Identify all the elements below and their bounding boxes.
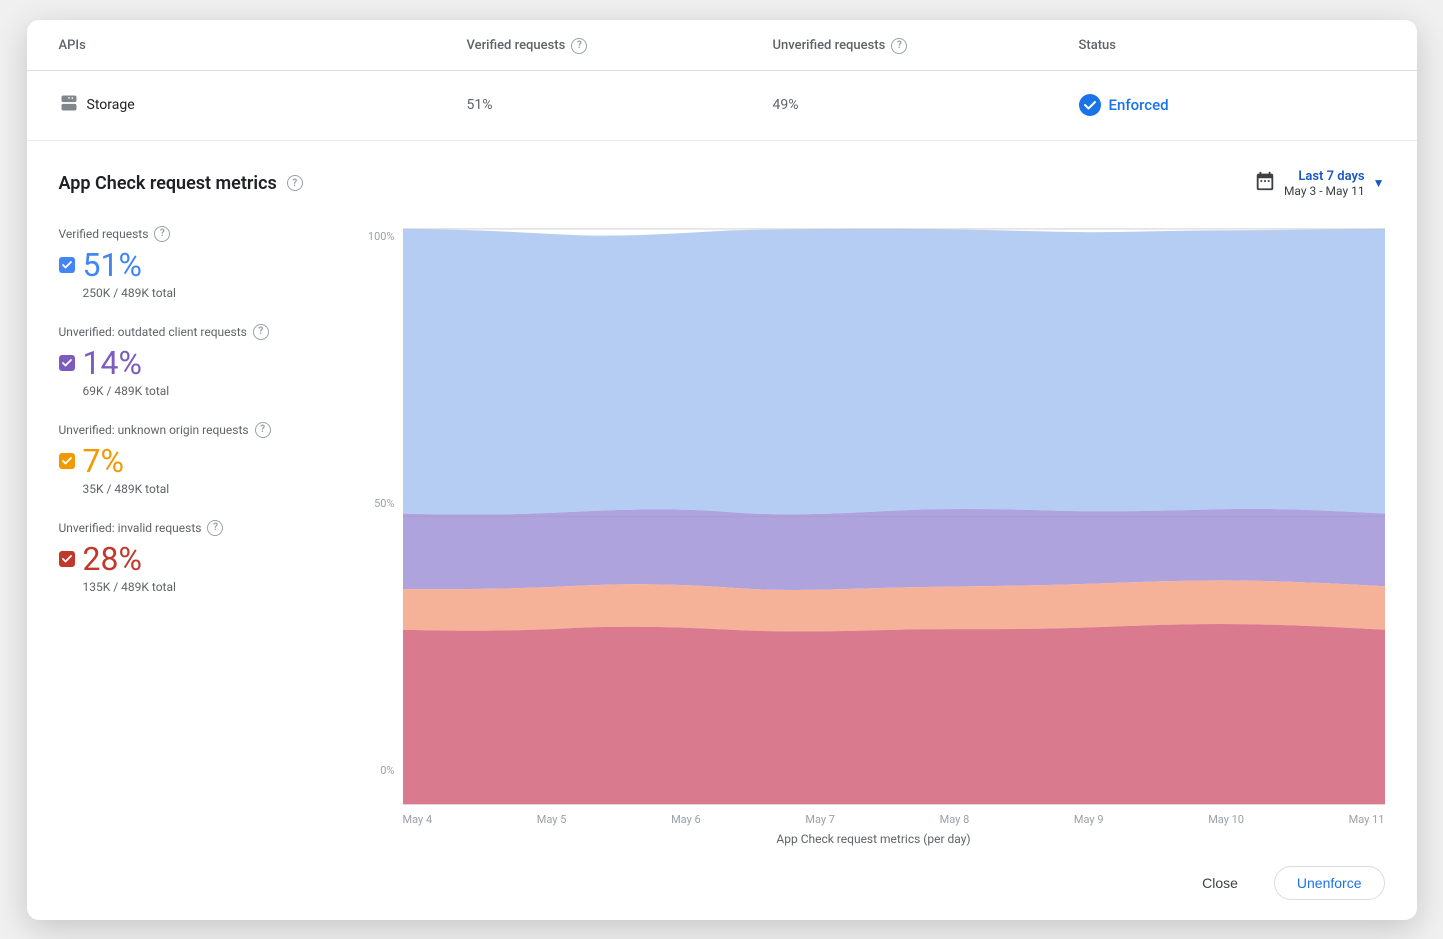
status-cell: Enforced bbox=[1079, 94, 1385, 116]
storage-icon bbox=[59, 93, 79, 117]
x-label-may9: May 9 bbox=[1074, 813, 1104, 826]
verified-sub: 250K / 489K total bbox=[83, 286, 339, 300]
outdated-sub: 69K / 489K total bbox=[83, 384, 339, 398]
date-info: Last 7 days May 3 - May 11 bbox=[1284, 169, 1365, 198]
metrics-content: Verified requests ? 51% 250K / 489K tota… bbox=[59, 226, 1385, 846]
date-range: May 3 - May 11 bbox=[1284, 184, 1365, 198]
legend-big-verified: 51% bbox=[59, 246, 339, 284]
metrics-help-icon[interactable]: ? bbox=[287, 175, 303, 191]
x-label-may7: May 7 bbox=[805, 813, 835, 826]
invalid-legend-help-icon[interactable]: ? bbox=[207, 520, 223, 536]
legend-big-unknown: 7% bbox=[59, 442, 339, 480]
chart-svg bbox=[403, 226, 1385, 807]
legend-big-invalid: 28% bbox=[59, 540, 339, 578]
date-label: Last 7 days bbox=[1298, 169, 1364, 184]
outdated-legend-help-icon[interactable]: ? bbox=[253, 324, 269, 340]
x-label-may8: May 8 bbox=[940, 813, 970, 826]
unknown-percent: 7% bbox=[83, 442, 124, 480]
unknown-checkbox[interactable] bbox=[59, 453, 75, 469]
verified-percent: 51% bbox=[83, 246, 142, 284]
unenforce-button[interactable]: Unenforce bbox=[1274, 866, 1385, 900]
verified-label-text: Verified requests bbox=[59, 227, 149, 241]
x-label-may11: May 11 bbox=[1349, 813, 1385, 826]
x-axis: May 4 May 5 May 6 May 7 May 8 May 9 May … bbox=[363, 813, 1385, 826]
footer: Close Unenforce bbox=[27, 846, 1417, 920]
legend-label-outdated: Unverified: outdated client requests ? bbox=[59, 324, 339, 340]
check-circle-icon bbox=[1079, 94, 1101, 116]
col-header-verified: Verified requests ? bbox=[467, 20, 773, 70]
x-label-may6: May 6 bbox=[671, 813, 701, 826]
verified-legend-help-icon[interactable]: ? bbox=[154, 226, 170, 242]
legend-label-unknown: Unverified: unknown origin requests ? bbox=[59, 422, 339, 438]
calendar-icon bbox=[1254, 170, 1276, 196]
status-enforced: Enforced bbox=[1079, 94, 1169, 116]
unverified-help-icon[interactable]: ? bbox=[891, 38, 907, 54]
col-header-unverified: Unverified requests ? bbox=[773, 20, 1079, 70]
chart-container: 100% 50% 0% bbox=[363, 226, 1385, 807]
table-header: APIs Verified requests ? Unverified requ… bbox=[27, 20, 1417, 71]
legend-item-verified: Verified requests ? 51% 250K / 489K tota… bbox=[59, 226, 339, 300]
col-header-status: Status bbox=[1079, 20, 1385, 70]
legend-panel: Verified requests ? 51% 250K / 489K tota… bbox=[59, 226, 339, 846]
chart-x-label: App Check request metrics (per day) bbox=[363, 832, 1385, 846]
outdated-checkbox[interactable] bbox=[59, 355, 75, 371]
legend-big-outdated: 14% bbox=[59, 344, 339, 382]
outdated-label-text: Unverified: outdated client requests bbox=[59, 325, 247, 339]
y-axis-100: 100% bbox=[368, 230, 395, 243]
metrics-section: App Check request metrics ? Last 7 days … bbox=[27, 141, 1417, 846]
verified-help-icon[interactable]: ? bbox=[571, 38, 587, 54]
status-label: Enforced bbox=[1109, 96, 1169, 114]
metrics-title: App Check request metrics ? bbox=[59, 173, 303, 194]
x-label-may4: May 4 bbox=[403, 813, 433, 826]
unknown-label-text: Unverified: unknown origin requests bbox=[59, 423, 249, 437]
table-row: Storage 51% 49% Enforced bbox=[27, 71, 1417, 141]
y-axis: 100% 50% 0% bbox=[363, 226, 403, 807]
modal-container: APIs Verified requests ? Unverified requ… bbox=[27, 20, 1417, 920]
y-axis-50: 50% bbox=[374, 497, 394, 510]
api-name: Storage bbox=[87, 97, 135, 113]
invalid-label-text: Unverified: invalid requests bbox=[59, 521, 202, 535]
api-cell: Storage bbox=[59, 93, 467, 117]
outdated-percent: 14% bbox=[83, 344, 142, 382]
legend-label-invalid: Unverified: invalid requests ? bbox=[59, 520, 339, 536]
verified-pct-cell: 51% bbox=[467, 97, 773, 113]
invalid-sub: 135K / 489K total bbox=[83, 580, 339, 594]
legend-item-invalid: Unverified: invalid requests ? 28% 135K … bbox=[59, 520, 339, 594]
unknown-sub: 35K / 489K total bbox=[83, 482, 339, 496]
invalid-percent: 28% bbox=[83, 540, 142, 578]
unknown-legend-help-icon[interactable]: ? bbox=[255, 422, 271, 438]
x-label-may5: May 5 bbox=[537, 813, 567, 826]
date-range-picker[interactable]: Last 7 days May 3 - May 11 ▼ bbox=[1254, 169, 1385, 198]
metrics-header: App Check request metrics ? Last 7 days … bbox=[59, 169, 1385, 198]
chart-area: 100% 50% 0% bbox=[363, 226, 1385, 846]
legend-item-outdated: Unverified: outdated client requests ? 1… bbox=[59, 324, 339, 398]
col-header-apis: APIs bbox=[59, 20, 467, 70]
dropdown-arrow-icon: ▼ bbox=[1373, 176, 1385, 190]
close-button[interactable]: Close bbox=[1182, 867, 1258, 899]
y-axis-0: 0% bbox=[380, 764, 394, 777]
legend-label-verified: Verified requests ? bbox=[59, 226, 339, 242]
verified-checkbox[interactable] bbox=[59, 257, 75, 273]
x-label-may10: May 10 bbox=[1208, 813, 1244, 826]
legend-item-unknown: Unverified: unknown origin requests ? 7%… bbox=[59, 422, 339, 496]
invalid-checkbox[interactable] bbox=[59, 551, 75, 567]
unverified-pct-cell: 49% bbox=[773, 97, 1079, 113]
